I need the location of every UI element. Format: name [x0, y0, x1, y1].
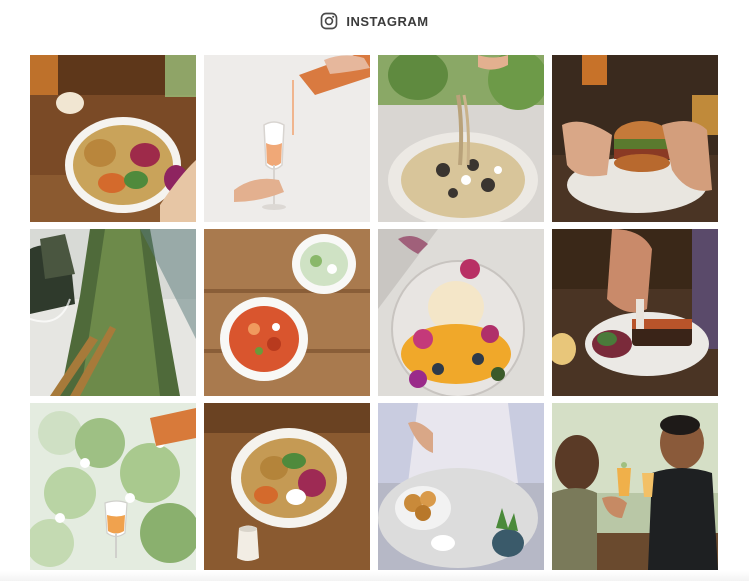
- instagram-post-3[interactable]: [378, 55, 544, 222]
- post-5-image: [30, 229, 196, 396]
- post-2-image: [204, 55, 370, 222]
- instagram-icon: [321, 12, 338, 30]
- post-6-image: [204, 229, 370, 396]
- instagram-post-12[interactable]: [552, 403, 718, 570]
- post-9-image: [30, 403, 196, 570]
- instagram-post-10[interactable]: [204, 403, 370, 570]
- instagram-feed-grid: [30, 55, 718, 570]
- post-4-image: [552, 55, 718, 222]
- post-7-image: [378, 229, 544, 396]
- post-10-image: [204, 403, 370, 570]
- instagram-post-6[interactable]: [204, 229, 370, 396]
- post-3-image: [378, 55, 544, 222]
- post-11-image: [378, 403, 544, 570]
- post-1-image: [30, 55, 196, 222]
- instagram-post-11[interactable]: [378, 403, 544, 570]
- post-8-image: [552, 229, 718, 396]
- instagram-post-4[interactable]: [552, 55, 718, 222]
- instagram-post-9[interactable]: [30, 403, 196, 570]
- instagram-post-1[interactable]: [30, 55, 196, 222]
- post-12-image: [552, 403, 718, 570]
- instagram-title: INSTAGRAM: [346, 13, 429, 29]
- instagram-post-2[interactable]: [204, 55, 370, 222]
- instagram-header[interactable]: INSTAGRAM: [0, 10, 749, 32]
- instagram-post-8[interactable]: [552, 229, 718, 396]
- instagram-post-7[interactable]: [378, 229, 544, 396]
- instagram-post-5[interactable]: [30, 229, 196, 396]
- page-bottom-shade: [0, 571, 749, 581]
